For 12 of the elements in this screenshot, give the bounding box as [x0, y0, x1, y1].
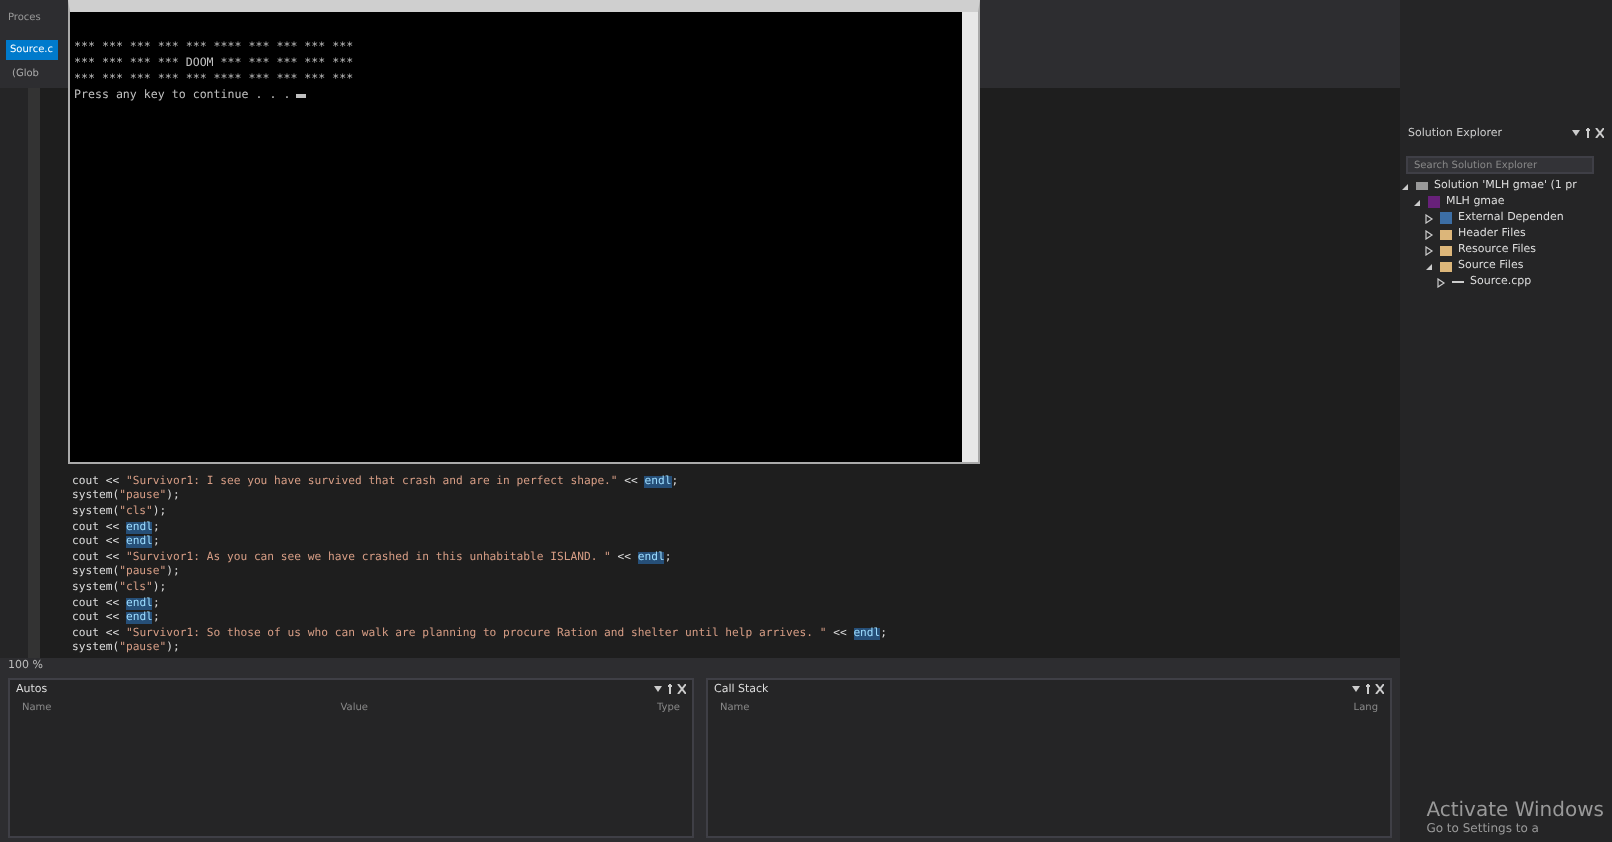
panel-controls-icon[interactable]	[1572, 128, 1604, 138]
collapsed-arrow-icon[interactable]	[1424, 213, 1434, 223]
expanded-arrow-icon[interactable]	[1400, 181, 1410, 191]
expanded-arrow-icon[interactable]	[1424, 261, 1434, 271]
activation-title: Activate Windows	[1426, 800, 1604, 822]
collapsed-arrow-icon[interactable]	[1436, 277, 1446, 287]
collapsed-arrow-icon[interactable]	[1424, 229, 1434, 239]
panel-controls-icon[interactable]	[1352, 684, 1384, 694]
panel-controls-icon[interactable]	[654, 684, 686, 694]
collapsed-arrow-icon[interactable]	[1424, 245, 1434, 255]
expanded-arrow-icon[interactable]	[1412, 197, 1422, 207]
scrollbar[interactable]	[962, 12, 978, 462]
